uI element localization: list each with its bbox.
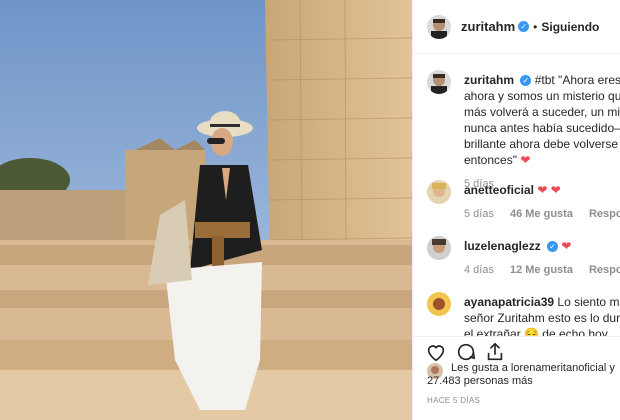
verified-badge-icon: ✓ — [520, 75, 532, 86]
reply-button[interactable]: Responder — [589, 208, 620, 220]
author-avatar[interactable] — [427, 14, 451, 39]
comment-age[interactable]: 4 días — [464, 264, 494, 276]
heart-icon[interactable] — [425, 341, 447, 363]
caption-text-line6: entonces" — [464, 153, 517, 167]
post-photo[interactable] — [0, 0, 412, 420]
commenter-username[interactable]: ayanapatricia39 — [464, 295, 554, 309]
commenter-avatar[interactable] — [427, 236, 451, 260]
comment-text-line1: Lo siento mucho — [557, 295, 620, 309]
following-button[interactable]: Siguiendo — [541, 20, 599, 34]
caption-text-line3: más volverá a suceder, un milagro — [464, 105, 620, 119]
red-heart-emoji: ❤ — [561, 239, 572, 253]
commenter-username[interactable]: anetteoficial — [464, 183, 534, 197]
commenter-username[interactable]: luzelenaglezz — [464, 239, 541, 253]
caption-text-line1: #tbt "Ahora eres y so — [534, 73, 620, 87]
caption-text-line5: brillante ahora debe volverse — [464, 137, 619, 151]
caption-text-line2: ahora y somos un misterio que nu — [464, 89, 620, 103]
comment-text-line2: señor Zuritahm esto es lo duro — [464, 311, 620, 325]
commenter-avatar[interactable] — [427, 292, 451, 316]
post-time-ago[interactable]: HACE 5 DÍAS — [427, 396, 480, 405]
comment-age[interactable]: 5 días — [464, 208, 494, 220]
red-heart-emoji: ❤ — [520, 153, 531, 167]
post-header: zuritahm ✓ • Siguiendo — [413, 0, 620, 54]
action-bar — [413, 336, 620, 365]
likes-line2: 27.483 personas más — [427, 375, 533, 387]
caption-username[interactable]: zuritahm — [464, 73, 514, 87]
caption-avatar[interactable] — [427, 70, 451, 94]
verified-badge-icon: ✓ — [547, 241, 559, 252]
comment-likes[interactable]: 46 Me gusta — [510, 208, 573, 220]
comment-text-line3: el extrañar 😔 de echo hoy — [464, 327, 608, 336]
red-heart-emoji: ❤ ❤ — [537, 183, 561, 197]
verified-badge-icon: ✓ — [518, 21, 530, 32]
separator-dot: • — [533, 19, 538, 34]
post-panel: zuritahm ✓ • Siguiendo zuritahm ✓ #tbt "… — [412, 0, 620, 420]
caption-text-line4: nunca antes había sucedido— y e — [464, 121, 620, 135]
author-username[interactable]: zuritahm — [461, 19, 515, 34]
commenter-avatar[interactable] — [427, 180, 451, 204]
comment-icon[interactable] — [455, 341, 477, 363]
comments-list[interactable]: zuritahm ✓ #tbt "Ahora eres y so ahora y… — [413, 54, 620, 336]
reply-button[interactable]: Responder — [589, 264, 620, 276]
photo-scene — [0, 0, 412, 420]
share-icon[interactable] — [484, 341, 506, 363]
likes-line1: Les gusta a lorenameritanoficial y — [451, 362, 615, 374]
comment-likes[interactable]: 12 Me gusta — [510, 264, 573, 276]
